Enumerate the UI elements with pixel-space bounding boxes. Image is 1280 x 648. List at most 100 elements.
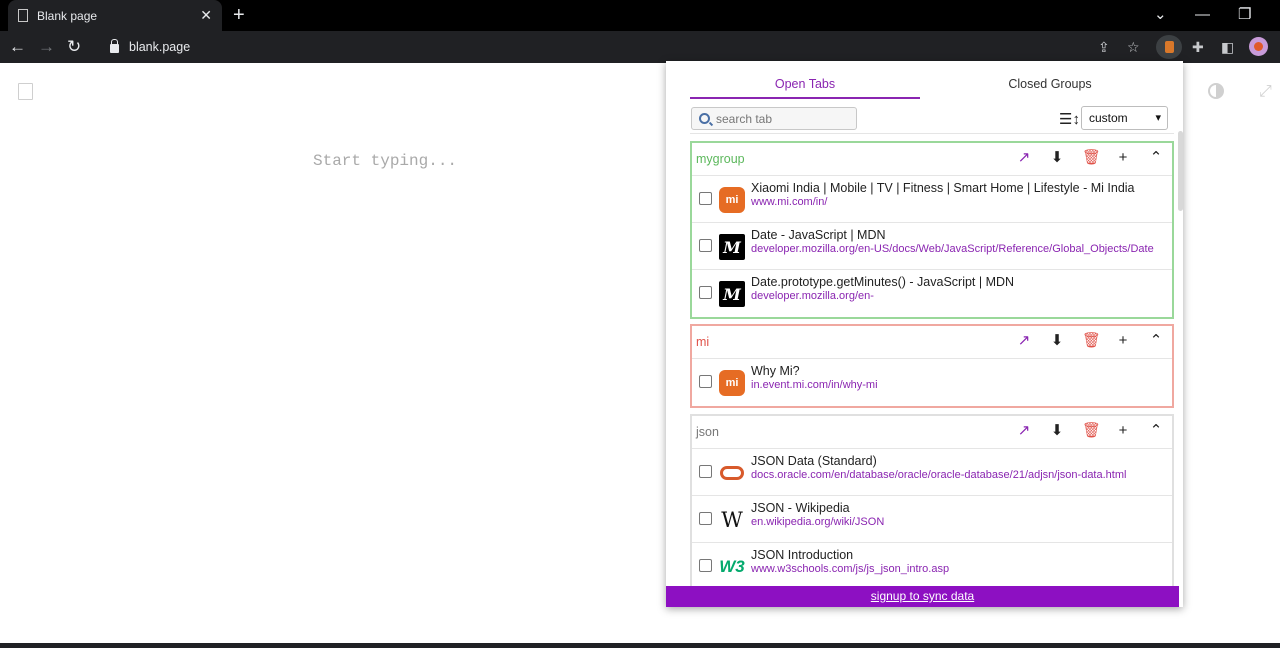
sort-select[interactable]: custom ▾ [1081,106,1168,130]
new-tab-button[interactable]: + [233,5,245,25]
tab-list-item[interactable]: mi Xiaomi India | Mobile | TV | Fitness |… [692,176,1172,223]
reload-button[interactable]: ↻ [67,37,81,57]
signup-link[interactable]: signup to sync data [666,586,1179,607]
fullscreen-icon[interactable]: ⤢ [1259,83,1272,101]
search-input[interactable]: search tab [691,107,857,130]
tab-url[interactable]: developer.mozilla.org/en- [751,290,1166,302]
tab-list-item[interactable]: W JSON - Wikipedia en.wikipedia.org/wiki/J… [692,496,1172,543]
tab-title[interactable]: Xiaomi India | Mobile | TV | Fitness | S… [751,181,1166,195]
sort-value: custom [1089,111,1128,125]
profile-avatar[interactable] [1249,37,1268,56]
group-actions: ↗ ⬇ 🗑 + ⌃ [1016,422,1164,440]
side-panel-icon[interactable]: ◧ [1221,38,1234,56]
tab-list-item[interactable]: W3 JSON Introduction www.w3schools.com/js/… [692,543,1172,590]
extensions-puzzle-icon[interactable]: ✚ [1192,38,1204,56]
download-icon[interactable]: ⬇ [1049,149,1065,167]
tab-group: json ↗ ⬇ 🗑 + ⌃ JSON Data (Standard) docs.oracle… [690,414,1174,590]
chevron-down-icon: ▾ [1155,112,1161,124]
open-external-icon[interactable]: ↗ [1016,332,1032,350]
tab-manager-extension-icon[interactable] [1156,35,1182,59]
tab-url[interactable]: docs.oracle.com/en/database/oracle/oracl… [751,469,1166,481]
delete-icon[interactable]: 🗑 [1082,422,1101,440]
tab-group: mygroup ↗ ⬇ 🗑 + ⌃ mi Xiaomi India | Mobile | TV… [690,141,1174,319]
taskbar-strip [0,643,1280,648]
tab-title[interactable]: JSON - Wikipedia [751,501,1166,515]
group-header: json ↗ ⬇ 🗑 + ⌃ [692,416,1172,449]
group-name[interactable]: mygroup [696,152,745,166]
back-button[interactable]: ← [9,37,26,57]
select-checkbox[interactable] [699,192,712,205]
delete-icon[interactable]: 🗑 [1082,332,1101,350]
tab-open-tabs[interactable]: Open Tabs [690,75,920,99]
delete-icon[interactable]: 🗑 [1082,149,1101,167]
editor-placeholder[interactable]: Start typing... [313,152,457,170]
select-checkbox[interactable] [699,512,712,525]
tab-url[interactable]: www.w3schools.com/js/js_json_intro.asp [751,563,1166,575]
minimize-button[interactable]: — [1195,6,1210,24]
scrollbar[interactable] [1178,131,1183,211]
divider [690,133,1174,134]
extension-popup: Open Tabs Closed Groups search tab ☰↕ cu… [666,61,1183,607]
forward-button[interactable]: → [38,37,55,57]
tab-list-item[interactable]: M Date - JavaScript | MDN developer.mozill… [692,223,1172,270]
tab-title[interactable]: JSON Introduction [751,548,1166,562]
select-checkbox[interactable] [699,286,712,299]
group-name[interactable]: json [696,425,719,439]
collapse-icon[interactable]: ⌃ [1148,332,1164,350]
add-icon[interactable]: + [1115,422,1131,440]
title-bar: Blank page ✕ + ⌄ — ❐ [0,0,1280,31]
open-external-icon[interactable]: ↗ [1016,422,1032,440]
sort-icon[interactable]: ☰↕ [1059,110,1080,128]
tab-url[interactable]: www.mi.com/in/ [751,196,1166,208]
document-icon[interactable] [18,83,33,100]
search-icon [699,113,710,124]
w3schools-logo-icon: W3 [719,554,745,580]
popup-tabs: Open Tabs Closed Groups [690,75,1174,99]
group-actions: ↗ ⬇ 🗑 + ⌃ [1016,332,1164,350]
browser-toolbar: ← → ↻ blank.page ⇪ ☆ ✚ ◧ [0,31,1280,63]
tab-title[interactable]: Why Mi? [751,364,1166,378]
tab-url[interactable]: developer.mozilla.org/en-US/docs/Web/Jav… [751,243,1166,255]
mi-logo-icon: mi [719,370,745,396]
tab-title: Blank page [37,8,98,23]
search-placeholder: search tab [716,111,773,126]
mi-logo-icon: mi [719,187,745,213]
open-external-icon[interactable]: ↗ [1016,149,1032,167]
browser-tab[interactable]: Blank page ✕ [8,0,222,31]
restore-button[interactable]: ❐ [1238,6,1251,24]
add-icon[interactable]: + [1115,149,1131,167]
collapse-icon[interactable]: ⌃ [1148,422,1164,440]
collapse-icon[interactable]: ⌃ [1148,149,1164,167]
tab-list-item[interactable]: JSON Data (Standard) docs.oracle.com/en/d… [692,449,1172,496]
tab-search-icon[interactable]: ⌄ [1154,6,1167,24]
lock-icon [110,39,119,53]
download-icon[interactable]: ⬇ [1049,422,1065,440]
add-icon[interactable]: + [1115,332,1131,350]
tab-list-item[interactable]: mi Why Mi? in.event.mi.com/in/why-mi [692,359,1172,406]
tab-list-item[interactable]: M Date.prototype.getMinutes() - JavaScrip… [692,270,1172,317]
tab-title[interactable]: Date - JavaScript | MDN [751,228,1166,242]
group-header: mygroup ↗ ⬇ 🗑 + ⌃ [692,143,1172,176]
tab-group: mi ↗ ⬇ 🗑 + ⌃ mi Why Mi? in.event.mi.com/in/why-m… [690,324,1174,408]
tab-title[interactable]: Date.prototype.getMinutes() - JavaScript… [751,275,1166,289]
document-icon [18,9,28,22]
select-checkbox[interactable] [699,465,712,478]
address-bar[interactable]: blank.page [99,34,1149,60]
tab-url[interactable]: in.event.mi.com/in/why-mi [751,379,1166,391]
select-checkbox[interactable] [699,239,712,252]
group-name[interactable]: mi [696,335,709,349]
bookmark-star-icon[interactable]: ☆ [1127,38,1140,56]
wikipedia-logo-icon: W [719,507,745,533]
contrast-icon[interactable] [1208,83,1224,99]
address-text: blank.page [129,40,191,54]
group-header: mi ↗ ⬇ 🗑 + ⌃ [692,326,1172,359]
tab-url[interactable]: en.wikipedia.org/wiki/JSON [751,516,1166,528]
select-checkbox[interactable] [699,559,712,572]
tab-title[interactable]: JSON Data (Standard) [751,454,1166,468]
share-icon[interactable]: ⇪ [1098,38,1110,56]
tab-close-icon[interactable]: ✕ [200,7,212,24]
download-icon[interactable]: ⬇ [1049,332,1065,350]
tab-closed-groups[interactable]: Closed Groups [930,75,1170,99]
group-actions: ↗ ⬇ 🗑 + ⌃ [1016,149,1164,167]
select-checkbox[interactable] [699,375,712,388]
